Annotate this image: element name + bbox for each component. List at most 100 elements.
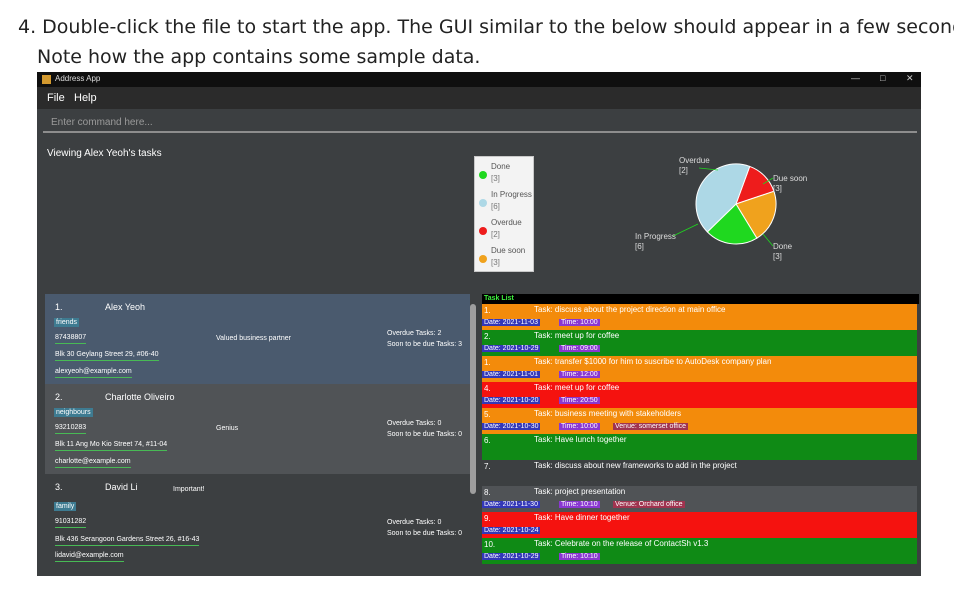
- task-number: 4.: [484, 384, 491, 393]
- task-venue: Venue: Orchard office: [613, 501, 685, 508]
- close-button[interactable]: ✕: [906, 73, 914, 84]
- viewing-header: Viewing Alex Yeoh's tasks: [47, 148, 162, 159]
- task-time: Time: 10:00: [559, 319, 600, 326]
- title-bar: Address App — □ ✕: [37, 72, 921, 87]
- task-description: Task: discuss about new frameworks to ad…: [534, 461, 737, 470]
- person-email: charlotte@example.com: [55, 458, 131, 468]
- scrollbar-thumb[interactable]: [470, 304, 476, 494]
- person-address: Blk 30 Geylang Street 29, #06-40: [55, 351, 159, 361]
- legend-count: [3]: [491, 258, 500, 267]
- person-phone: 91031282: [55, 518, 87, 528]
- task-item[interactable]: 4. Task: meet up for coffee Date: 2021-10-…: [482, 382, 917, 408]
- task-time: Time: 10:00: [559, 423, 600, 430]
- command-input[interactable]: [43, 114, 917, 133]
- task-number: 2.: [484, 332, 491, 341]
- person-tag: neighbours: [54, 408, 93, 417]
- task-time: Time: 12:00: [559, 371, 600, 378]
- task-date: Date: 2021-11-03: [482, 319, 540, 326]
- person-name: Alex Yeoh: [105, 302, 146, 312]
- app-icon: [42, 75, 51, 84]
- task-item[interactable]: 5. Task: business meeting with stakeholde…: [482, 408, 917, 434]
- task-description: Task: Celebrate on the release of Contac…: [534, 539, 709, 548]
- instruction-step-text: 4. Double-click the file to start the ap…: [18, 16, 954, 38]
- person-phone: 93210283: [55, 424, 87, 434]
- person-email: lidavid@example.com: [55, 552, 124, 562]
- task-time: Time: 10:10: [559, 553, 600, 560]
- person-card[interactable]: 1. Alex Yeoh friends 87438807 Blk 30 Geylang…: [45, 294, 472, 384]
- task-item[interactable]: 8. Task: project presentation Date: 2021-1…: [482, 486, 917, 512]
- task-description: Task: discuss about the project directio…: [534, 305, 726, 314]
- task-list[interactable]: 1. Task: discuss about the project direct…: [482, 304, 919, 564]
- person-tag: family: [54, 502, 77, 511]
- task-description: Task: business meeting with stakeholders: [534, 409, 682, 418]
- menu-file[interactable]: File: [47, 92, 65, 104]
- task-date: Date: 2021-10-20: [482, 397, 541, 404]
- overdue-tasks-count: Overdue Tasks: 2: [387, 330, 442, 337]
- person-address: Blk 11 Ang Mo Kio Street 74, #11-04: [55, 441, 168, 451]
- task-number: 5.: [484, 410, 491, 419]
- task-item[interactable]: 6. Task: Have lunch together: [482, 434, 917, 460]
- task-number: 1.: [484, 306, 491, 315]
- task-number: 10.: [484, 540, 496, 549]
- task-item[interactable]: 7. Task: discuss about new frameworks to …: [482, 460, 917, 486]
- task-item[interactable]: 9. Task: Have dinner together Date: 2021-1…: [482, 512, 917, 538]
- pie-label-due-soon: Due soon [3]: [773, 174, 808, 193]
- task-item[interactable]: 1. Task: discuss about the project direct…: [482, 304, 917, 330]
- instruction-note-text: Note how the app contains some sample da…: [37, 46, 481, 68]
- task-list-header: Task List: [482, 294, 919, 304]
- overdue-tasks-count: Overdue Tasks: 0: [387, 420, 442, 427]
- legend-count: [2]: [491, 230, 500, 239]
- task-item[interactable]: 2. Task: meet up for coffee Date: 2021-10-…: [482, 330, 917, 356]
- pie-label-in-progress: In Progress [6]: [635, 232, 676, 251]
- task-description: Task: project presentation: [534, 487, 626, 496]
- task-date: Date: 2021-11-01: [482, 371, 540, 378]
- task-number: 6.: [484, 436, 491, 445]
- task-time: Time: 20:50: [559, 397, 600, 404]
- task-item[interactable]: 10. Task: Celebrate on the release of Con…: [482, 538, 917, 564]
- maximize-button[interactable]: □: [880, 73, 885, 83]
- task-time: Time: 09:00: [559, 345, 600, 352]
- pie-chart-svg: [672, 163, 777, 247]
- person-list-scrollbar[interactable]: [470, 294, 476, 576]
- pie-leader-line: [762, 233, 774, 247]
- person-card[interactable]: 3. David Li family 91031282 Blk 436 Serangoo…: [45, 474, 472, 564]
- app-window: Address App — □ ✕ File Help Viewing Alex…: [37, 72, 921, 576]
- task-description: Task: Have dinner together: [534, 513, 630, 522]
- pie-label-done: Done [3]: [773, 242, 793, 261]
- legend-dot-icon: [479, 171, 487, 179]
- person-remark: Valued business partner: [216, 335, 291, 342]
- menu-help[interactable]: Help: [74, 92, 97, 104]
- soon-due-tasks-count: Soon to be due Tasks: 3: [387, 341, 462, 348]
- legend-dot-icon: [479, 255, 487, 263]
- legend-name: Done: [491, 162, 511, 171]
- task-number: 8.: [484, 488, 491, 497]
- command-box: [37, 109, 921, 139]
- overdue-tasks-count: Overdue Tasks: 0: [387, 519, 442, 526]
- soon-due-tasks-count: Soon to be due Tasks: 0: [387, 530, 462, 537]
- person-index: 2.: [55, 392, 63, 402]
- task-date: Date: 2021-10-24: [482, 527, 541, 534]
- pie-label-overdue: Overdue [2]: [679, 156, 710, 175]
- minimize-button[interactable]: —: [851, 73, 860, 83]
- task-date: Date: 2021-10-29: [482, 553, 541, 560]
- task-description: Task: Have lunch together: [534, 435, 627, 444]
- person-card[interactable]: 2. Charlotte Oliveiro neighbours 93210283 Bl…: [45, 384, 472, 474]
- task-date: Date: 2021-10-29: [482, 345, 541, 352]
- task-date: Date: 2021-10-30: [482, 423, 541, 430]
- task-item[interactable]: 1. Task: transfer $1000 for him to suscri…: [482, 356, 917, 382]
- task-number: 7.: [484, 462, 491, 471]
- menu-bar: File Help: [37, 87, 921, 109]
- chart-legend: Done [3] In Progress [6] Overdue [2] Due soon […: [474, 156, 534, 272]
- legend-count: [6]: [491, 202, 500, 211]
- person-index: 3.: [55, 482, 63, 492]
- task-pie-chart: Overdue [2] Due soon [3] In Progress [6] Do…: [623, 154, 823, 279]
- legend-dot-icon: [479, 227, 487, 235]
- person-address: Blk 436 Serangoon Gardens Street 26, #16…: [55, 536, 200, 546]
- person-remark: Important!: [173, 486, 205, 493]
- person-list[interactable]: 1. Alex Yeoh friends 87438807 Blk 30 Geylang…: [45, 294, 472, 576]
- task-venue: Venue: somerset office: [613, 423, 689, 430]
- task-description: Task: transfer $1000 for him to suscribe…: [534, 357, 772, 366]
- legend-name: Due soon: [491, 246, 526, 255]
- person-index: 1.: [55, 302, 63, 312]
- window-title: Address App: [55, 74, 101, 83]
